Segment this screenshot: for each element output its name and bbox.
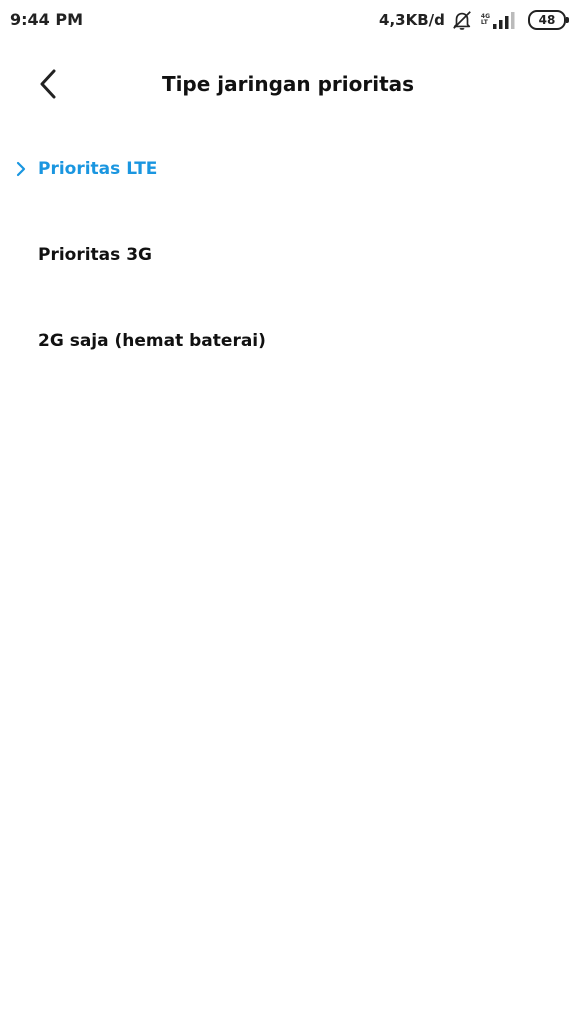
status-time: 9:44 PM <box>10 10 84 29</box>
network-type: 4G LT <box>481 14 490 26</box>
option-label: Prioritas 3G <box>38 245 152 265</box>
status-icons: 4,3KB/d 4G LT 48 <box>379 8 569 32</box>
bell-off-icon <box>453 11 471 30</box>
network-type-bottom: LT <box>480 19 488 26</box>
option-3g-priority[interactable]: Prioritas 3G <box>0 212 576 298</box>
option-label: 2G saja (hemat baterai) <box>38 331 266 351</box>
signal-icon <box>493 12 515 29</box>
option-2g-only[interactable]: 2G saja (hemat baterai) <box>0 298 576 384</box>
status-bar: 9:44 PM 4,3KB/d 4G LT 48 <box>0 0 576 40</box>
page-title: Tipe jaringan prioritas <box>161 72 415 96</box>
option-lte-priority[interactable]: Prioritas LTE <box>0 126 576 212</box>
page-header: Tipe jaringan prioritas <box>0 50 576 118</box>
battery-indicator: 48 <box>528 10 569 30</box>
selected-indicator <box>14 159 28 179</box>
network-type-options: Prioritas LTE Prioritas 3G 2G saja (hema… <box>0 126 576 384</box>
option-label: Prioritas LTE <box>38 159 158 179</box>
network-speed: 4,3KB/d <box>379 11 445 29</box>
chevron-right-icon <box>16 161 26 177</box>
battery-level: 48 <box>538 13 556 27</box>
